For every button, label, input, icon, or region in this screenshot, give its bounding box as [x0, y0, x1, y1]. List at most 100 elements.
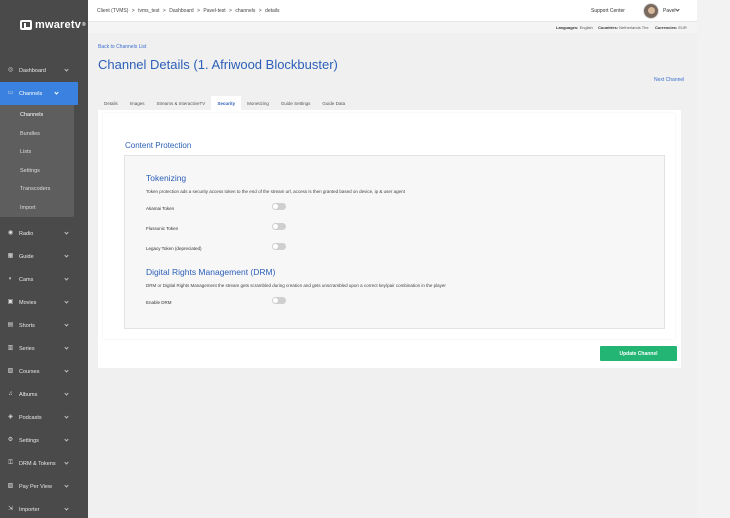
sidebar-item-channels[interactable]: ▭ Channels: [0, 82, 78, 105]
chevron-down-icon: [64, 391, 69, 396]
import-icon: ⇲: [7, 506, 14, 512]
sidebar-item-radio[interactable]: ◉ Radio: [0, 222, 88, 245]
sidebar-item-label: Movies: [19, 299, 37, 306]
breadcrumb-client[interactable]: Client (TVMS): [97, 8, 128, 14]
tab-images[interactable]: Images: [124, 96, 151, 110]
sidebar-item-importer[interactable]: ⇲ Importer: [0, 498, 88, 518]
currencies-label: Currencies:: [655, 25, 678, 30]
sidebar-item-label: Dashboard: [19, 67, 46, 74]
legacy-token-toggle[interactable]: [272, 243, 286, 250]
avatar[interactable]: [643, 3, 659, 19]
languages-value: English: [579, 25, 593, 30]
ticket-icon: ▨: [7, 483, 14, 489]
submenu-item-transcoders[interactable]: Transcoders: [0, 180, 74, 199]
sidebar-item-label: Cams: [19, 276, 34, 283]
chevron-down-icon: [64, 414, 69, 419]
chevron-down-icon: [64, 299, 69, 304]
back-to-channels-link[interactable]: Back to Channels List: [98, 44, 146, 50]
breadcrumb-separator: >: [197, 8, 200, 14]
enable-drm-toggle[interactable]: [272, 297, 286, 304]
tab-guide-data[interactable]: Guide Data: [316, 96, 351, 110]
movies-icon: ▣: [7, 299, 14, 305]
right-panel: [697, 0, 730, 518]
breadcrumb-project[interactable]: tvms_test: [138, 8, 159, 14]
sidebar-item-label: Importer: [19, 506, 40, 513]
sidebar-item-label: Shorts: [19, 322, 35, 329]
content-protection-box: Tokenizing Token protection ads a securi…: [124, 155, 665, 329]
countries-value: Netherlands The: [619, 25, 649, 30]
key-icon: ⚿: [8, 460, 13, 466]
chevron-down-icon: [64, 67, 69, 72]
sidebar-item-drm-tokens[interactable]: ⚿ DRM & Tokens: [0, 452, 88, 475]
tab-details[interactable]: Details: [98, 96, 124, 110]
submenu-item-lists[interactable]: Lists: [0, 143, 74, 162]
akamai-token-toggle[interactable]: [272, 203, 286, 210]
sidebar-item-movies[interactable]: ▣ Movies: [0, 291, 88, 314]
gear-icon: ⚙: [7, 437, 14, 443]
brand-logo[interactable]: mwaretv ®: [0, 0, 88, 50]
chevron-down-icon: [64, 368, 69, 373]
flussonic-token-toggle[interactable]: [272, 223, 286, 230]
radio-icon: ◉: [7, 230, 14, 236]
languages-info: Languages: English: [556, 25, 593, 30]
chevron-down-icon: [64, 506, 69, 511]
locale-info-bar: Languages: English Countries: Netherland…: [88, 22, 697, 33]
sidebar-item-label: Albums: [19, 391, 38, 398]
sidebar: mwaretv ® ◎ Dashboard ▭ Channels Channels B…: [0, 0, 88, 518]
sidebar-item-podcasts[interactable]: ◈ Podcasts: [0, 406, 88, 429]
breadcrumb-dashboard[interactable]: Dashboard: [169, 8, 193, 14]
top-bar: Client (TVMS) > tvms_test > Dashboard > …: [88, 0, 697, 22]
brand-tm: ®: [82, 22, 86, 28]
chevron-down-icon: [64, 483, 69, 488]
sidebar-item-series[interactable]: ▥ Series: [0, 337, 88, 360]
breadcrumb-separator: >: [258, 8, 262, 14]
page-title: Channel Details (1. Afriwood Blockbuster…: [98, 57, 338, 72]
courses-icon: ▧: [7, 368, 14, 374]
tab-security[interactable]: Security: [211, 96, 242, 110]
next-channel-link[interactable]: Next Channel: [654, 77, 684, 83]
breadcrumb-tenant[interactable]: Pavel-test: [203, 8, 225, 14]
sidebar-item-shorts[interactable]: ▤ Shorts: [0, 314, 88, 337]
submenu-item-settings[interactable]: Settings: [0, 162, 74, 181]
tokenizing-title: Tokenizing: [146, 173, 187, 183]
sidebar-item-label: Radio: [19, 230, 34, 237]
submenu-item-channels[interactable]: Channels: [0, 106, 74, 125]
sidebar-item-pay-per-view[interactable]: ▨ Pay Per View: [0, 475, 88, 498]
submenu-item-import[interactable]: Import: [0, 199, 74, 218]
sidebar-item-courses[interactable]: ▧ Courses: [0, 360, 88, 383]
countries-label: Countries:: [598, 25, 618, 30]
currencies-info: Currencies: EUR: [655, 25, 687, 30]
music-icon: ♫: [8, 391, 13, 397]
breadcrumb-channels[interactable]: channels: [235, 8, 255, 14]
sidebar-item-cams[interactable]: ◐ Cams: [0, 268, 88, 291]
sidebar-item-label: Podcasts: [19, 414, 42, 421]
sidebar-item-settings[interactable]: ⚙ Settings: [0, 429, 88, 452]
logo-icon: [20, 20, 32, 30]
breadcrumb-separator: >: [162, 8, 166, 14]
chevron-down-icon: [64, 322, 69, 327]
submenu-item-bundles[interactable]: Bundles: [0, 125, 74, 144]
tab-guide-settings[interactable]: Guide Settings: [275, 96, 317, 110]
channels-submenu: Channels Bundles Lists Settings Transcod…: [0, 105, 74, 217]
tab-monetizing[interactable]: Monetizing: [241, 96, 275, 110]
support-center-link[interactable]: Support Center: [591, 8, 625, 14]
tab-streams[interactable]: Streams & InteractiveTV: [151, 96, 212, 110]
chevron-down-icon[interactable]: [675, 7, 680, 12]
sidebar-item-dashboard[interactable]: ◎ Dashboard: [0, 59, 88, 82]
user-name[interactable]: Pavel: [663, 8, 676, 14]
drm-title: Digital Rights Management (DRM): [146, 267, 276, 277]
chevron-down-icon: [64, 345, 69, 350]
podcasts-icon: ◈: [8, 414, 13, 420]
drm-description: DRM or Digital Rights Management the str…: [146, 283, 446, 288]
shorts-icon: ▤: [7, 322, 14, 328]
sidebar-item-label: Courses: [19, 368, 40, 375]
guide-icon: ▦: [7, 253, 14, 259]
security-card: Content Protection Tokenizing Token prot…: [98, 110, 681, 368]
sidebar-item-label: Pay Per View: [19, 483, 52, 490]
sidebar-item-label: Series: [19, 345, 35, 352]
breadcrumb-details: details: [265, 8, 280, 14]
sidebar-item-albums[interactable]: ♫ Albums: [0, 383, 88, 406]
update-channel-button[interactable]: Update Channel: [600, 346, 677, 361]
sidebar-item-guide[interactable]: ▦ Guide: [0, 245, 88, 268]
enable-drm-label: Enable DRM: [146, 300, 172, 305]
